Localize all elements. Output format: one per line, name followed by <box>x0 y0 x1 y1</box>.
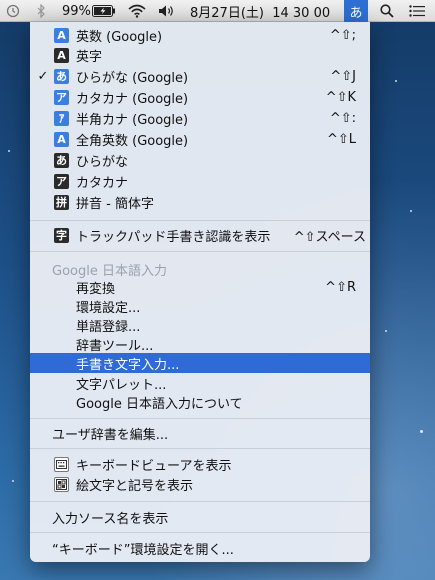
star <box>410 210 412 212</box>
menu-item-label: ユーザ辞書を編集... <box>52 427 169 443</box>
time-machine-icon[interactable] <box>4 0 22 22</box>
menu-item-eisu-google[interactable]: A 英数 (Google) ^⇧; <box>30 25 370 45</box>
keyboard-icon <box>54 456 69 472</box>
separator <box>30 501 370 502</box>
menu-item-edit-user-dictionary[interactable]: ユーザ辞書を編集... <box>30 423 370 443</box>
shortcut: ^⇧R <box>325 279 356 295</box>
menu-bar: 99% 8月27日(土) 14 30 00 あ <box>0 0 435 22</box>
shortcut: ^⇧J <box>330 68 356 84</box>
menu-item-label: 全角英数 (Google) <box>76 133 189 149</box>
shortcut: ^⇧K <box>325 89 356 105</box>
ime-indicator: あ <box>349 5 363 21</box>
hiragana-icon: あ <box>54 152 69 168</box>
menu-item-character-palette[interactable]: 文字パレット... <box>30 373 370 393</box>
menu-item-hiragana[interactable]: あ ひらがな <box>30 150 370 170</box>
shortcut: ^⇧スペース <box>293 229 366 245</box>
menu-item-label: 入力ソース名を表示 <box>52 511 169 527</box>
separator <box>30 418 370 419</box>
shortcut: ^⇧; <box>329 27 356 43</box>
menu-item-label: Google 日本語入力について <box>76 396 243 412</box>
separator <box>30 448 370 449</box>
google-section-header: Google 日本語入力 <box>30 259 370 279</box>
bluetooth-icon[interactable] <box>34 0 48 22</box>
eiji-icon: A <box>54 47 69 63</box>
menu-item-show-input-source-names[interactable]: 入力ソース名を表示 <box>30 507 370 527</box>
menu-item-label: 英数 (Google) <box>76 29 163 45</box>
input-menu-button[interactable]: あ <box>344 0 368 22</box>
menu-item-label: “キーボード”環境設定を開く... <box>52 542 234 558</box>
menu-item-dictionary-tool[interactable]: 辞書ツール... <box>30 334 370 354</box>
battery-percent[interactable]: 99% <box>62 0 91 22</box>
menu-item-label: 英字 <box>76 49 103 65</box>
separator <box>30 220 370 221</box>
star <box>12 480 14 482</box>
menu-item-label: 単語登録... <box>76 319 141 335</box>
star <box>395 80 397 82</box>
spotlight-search-icon[interactable] <box>380 0 394 22</box>
star <box>420 430 423 433</box>
shortcut: ^⇧L <box>326 131 356 147</box>
checkmark-icon: ✓ <box>37 68 49 84</box>
menu-item-label: 手書き文字入力... <box>76 357 180 373</box>
menu-item-eiji[interactable]: A 英字 <box>30 45 370 65</box>
separator <box>30 251 370 252</box>
menu-item-label: キーボードビューアを表示 <box>76 458 232 474</box>
menu-item-hankaku-google[interactable]: ｱ 半角カナ (Google) ^⇧: <box>30 108 370 128</box>
wifi-icon[interactable] <box>128 0 146 22</box>
zenkaku-eisu-icon: A <box>54 131 69 147</box>
menu-item-label: 半角カナ (Google) <box>76 112 189 128</box>
menu-item-trackpad-handwriting[interactable]: 字 トラックパッド手書き認識を表示 ^⇧スペース <box>30 225 370 245</box>
menu-item-label: ひらがな <box>76 154 129 170</box>
katakana-icon: ア <box>54 89 69 105</box>
eisu-icon: A <box>54 27 69 43</box>
menu-item-label: トラックパッド手書き認識を表示 <box>76 229 271 245</box>
menu-item-word-register[interactable]: 単語登録... <box>30 315 370 335</box>
clock[interactable]: 8月27日(土) 14 30 00 <box>190 0 330 22</box>
menu-item-label: 絵文字と記号を表示 <box>76 478 194 494</box>
menu-item-label: 文字パレット... <box>76 377 167 393</box>
star <box>385 330 387 332</box>
menu-item-handwriting-input[interactable]: 手書き文字入力... <box>30 353 370 373</box>
volume-icon[interactable] <box>158 0 176 22</box>
emoji-icon <box>54 476 69 492</box>
hankaku-kana-icon: ｱ <box>54 110 69 126</box>
menu-item-label: ひらがな (Google) <box>76 70 189 86</box>
menu-item-keyboard-viewer[interactable]: キーボードビューアを表示 <box>30 454 370 474</box>
menu-item-preferences[interactable]: 環境設定... <box>30 296 370 316</box>
menu-item-about-google-ime[interactable]: Google 日本語入力について <box>30 392 370 412</box>
menu-item-label: カタカナ (Google) <box>76 91 189 107</box>
menu-item-zenkaku-eisu-google[interactable]: A 全角英数 (Google) ^⇧L <box>30 129 370 149</box>
menu-item-hiragana-google[interactable]: ✓ あ ひらがな (Google) ^⇧J <box>30 66 370 86</box>
menu-item-label: カタカナ <box>76 175 129 191</box>
menu-item-emoji-symbols[interactable]: 絵文字と記号を表示 <box>30 474 370 494</box>
star <box>8 150 10 152</box>
section-header-label: Google 日本語入力 <box>52 263 167 279</box>
menu-item-label: 再変換 <box>76 281 116 297</box>
menu-item-open-keyboard-preferences[interactable]: “キーボード”環境設定を開く... <box>30 538 370 558</box>
hiragana-icon: あ <box>54 68 69 84</box>
pinyin-icon: 拼 <box>54 194 69 210</box>
menu-item-reconvert[interactable]: 再変換 ^⇧R <box>30 277 370 297</box>
shortcut: ^⇧: <box>329 110 356 126</box>
menu-item-pinyin[interactable]: 拼 拼音 - 簡体字 <box>30 192 370 212</box>
notification-center-icon[interactable] <box>409 0 425 22</box>
separator <box>30 532 370 533</box>
menu-item-label: 辞書ツール... <box>76 338 154 354</box>
menu-item-katakana-google[interactable]: ア カタカナ (Google) ^⇧K <box>30 87 370 107</box>
menu-item-katakana[interactable]: ア カタカナ <box>30 171 370 191</box>
menu-item-label: 拼音 - 簡体字 <box>76 196 154 212</box>
input-source-menu: A 英数 (Google) ^⇧; A 英字 ✓ あ ひらがな (Google)… <box>30 22 370 562</box>
menu-item-label: 環境設定... <box>76 300 141 316</box>
katakana-icon: ア <box>54 173 69 189</box>
battery-icon[interactable] <box>92 0 116 22</box>
handwriting-icon: 字 <box>54 227 69 243</box>
